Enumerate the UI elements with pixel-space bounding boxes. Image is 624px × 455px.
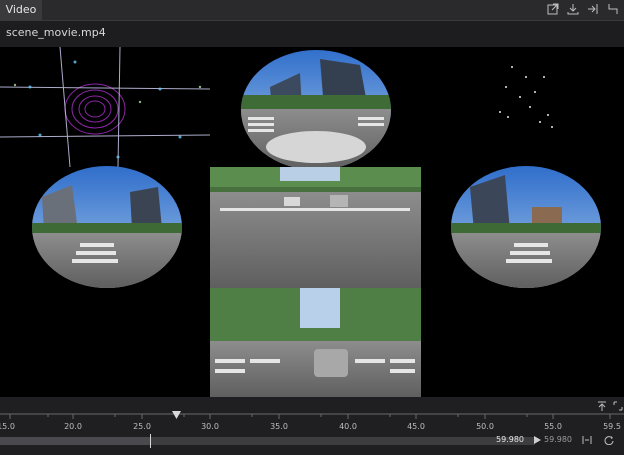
play-icon[interactable] xyxy=(532,435,542,445)
panel-tab-bar: Video xyxy=(0,0,624,21)
tick-label: 30.0 xyxy=(201,422,219,431)
tick-label: 25.0 xyxy=(133,422,151,431)
scrub-position-marker[interactable] xyxy=(150,434,151,448)
scrub-bar[interactable]: 59.980 59.980 xyxy=(0,434,624,448)
tick-label: 40.0 xyxy=(339,422,357,431)
panel-actions xyxy=(546,2,620,18)
collapse-icon[interactable] xyxy=(606,2,620,16)
tick-label: 20.0 xyxy=(64,422,82,431)
tab-video[interactable]: Video xyxy=(0,0,42,20)
tick-label: 45.0 xyxy=(407,422,425,431)
camera-left-fisheye xyxy=(32,166,182,288)
lidar-side-view xyxy=(499,66,553,128)
open-external-icon[interactable] xyxy=(546,2,560,16)
download-icon[interactable] xyxy=(566,2,580,16)
loop-icon[interactable] xyxy=(604,435,614,445)
file-header: scene_movie.mp4 xyxy=(0,21,624,47)
video-frame[interactable] xyxy=(0,47,624,397)
file-name: scene_movie.mp4 xyxy=(6,26,106,39)
duration-time: 59.980 xyxy=(544,435,572,444)
tick-label: 15.0 xyxy=(0,422,15,431)
camera-front-center xyxy=(210,167,421,288)
current-time: 59.980 xyxy=(496,435,524,444)
camera-rear-center xyxy=(210,288,421,397)
playhead-handle[interactable] xyxy=(172,411,181,420)
camera-right-fisheye xyxy=(451,166,601,288)
tick-label: 59.5 xyxy=(603,422,621,431)
tick-label: 35.0 xyxy=(270,422,288,431)
scrub-progress xyxy=(0,437,150,445)
fit-range-icon[interactable] xyxy=(582,435,592,445)
tick-label: 50.0 xyxy=(476,422,494,431)
timeline-ruler[interactable] xyxy=(0,411,624,435)
camera-front-fisheye xyxy=(241,50,391,170)
lidar-topdown-view xyxy=(0,47,211,168)
video-frame-graphic xyxy=(0,47,601,397)
export-icon[interactable] xyxy=(586,2,600,16)
tick-label: 55.0 xyxy=(544,422,562,431)
